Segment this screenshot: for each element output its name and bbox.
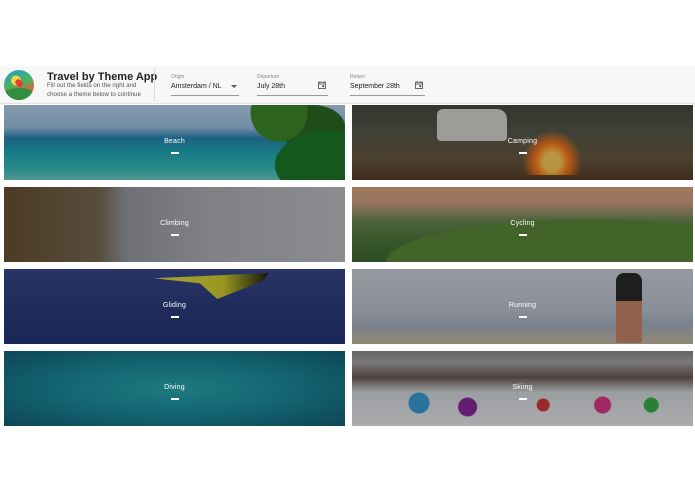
app-subtitle: Fill out the fields on the right and cho… [47, 82, 141, 98]
logo-hill [4, 88, 34, 100]
departure-date-field[interactable]: Departure July 28th [257, 74, 328, 96]
theme-underline [170, 234, 179, 236]
theme-tile-climbing[interactable]: Climbing [4, 187, 345, 262]
departure-label: Departure [257, 74, 280, 80]
return-value: September 28th [350, 83, 400, 90]
origin-value: Amsterdam / NL [171, 83, 222, 90]
return-date-field[interactable]: Return September 28th [350, 74, 425, 96]
theme-label: Climbing [160, 220, 189, 227]
theme-label: Gliding [162, 302, 187, 309]
theme-label: Skiing [512, 384, 533, 391]
theme-tile-running[interactable]: Running [352, 269, 693, 344]
theme-underline [170, 316, 179, 318]
theme-label: Cycling [510, 220, 535, 227]
origin-select[interactable]: Origin Amsterdam / NL [171, 74, 239, 96]
theme-underline [518, 152, 527, 154]
app-header: Travel by Theme App Fill out the fields … [0, 66, 695, 104]
theme-label: Running [508, 302, 537, 309]
app-logo [4, 70, 34, 100]
theme-underline [170, 398, 179, 400]
departure-value: July 28th [257, 83, 286, 90]
theme-underline [518, 398, 527, 400]
calendar-icon[interactable] [415, 81, 423, 89]
theme-label: Diving [164, 384, 185, 391]
theme-tile-camping[interactable]: Camping [352, 105, 693, 180]
chevron-down-icon[interactable] [231, 85, 237, 88]
theme-tile-skiing[interactable]: Skiing [352, 351, 693, 426]
theme-underline [170, 152, 179, 154]
header-divider [154, 69, 155, 101]
theme-tile-cycling[interactable]: Cycling [352, 187, 693, 262]
theme-tile-gliding[interactable]: Gliding [4, 269, 345, 344]
theme-label: Camping [507, 138, 538, 145]
return-label: Return [350, 74, 366, 80]
theme-underline [518, 316, 527, 318]
origin-label: Origin [171, 74, 185, 80]
theme-underline [518, 234, 527, 236]
theme-tile-beach[interactable]: Beach [4, 105, 345, 180]
calendar-icon[interactable] [318, 81, 326, 89]
theme-label: Beach [164, 138, 185, 145]
theme-tile-diving[interactable]: Diving [4, 351, 345, 426]
logo-pin-icon [14, 78, 24, 88]
